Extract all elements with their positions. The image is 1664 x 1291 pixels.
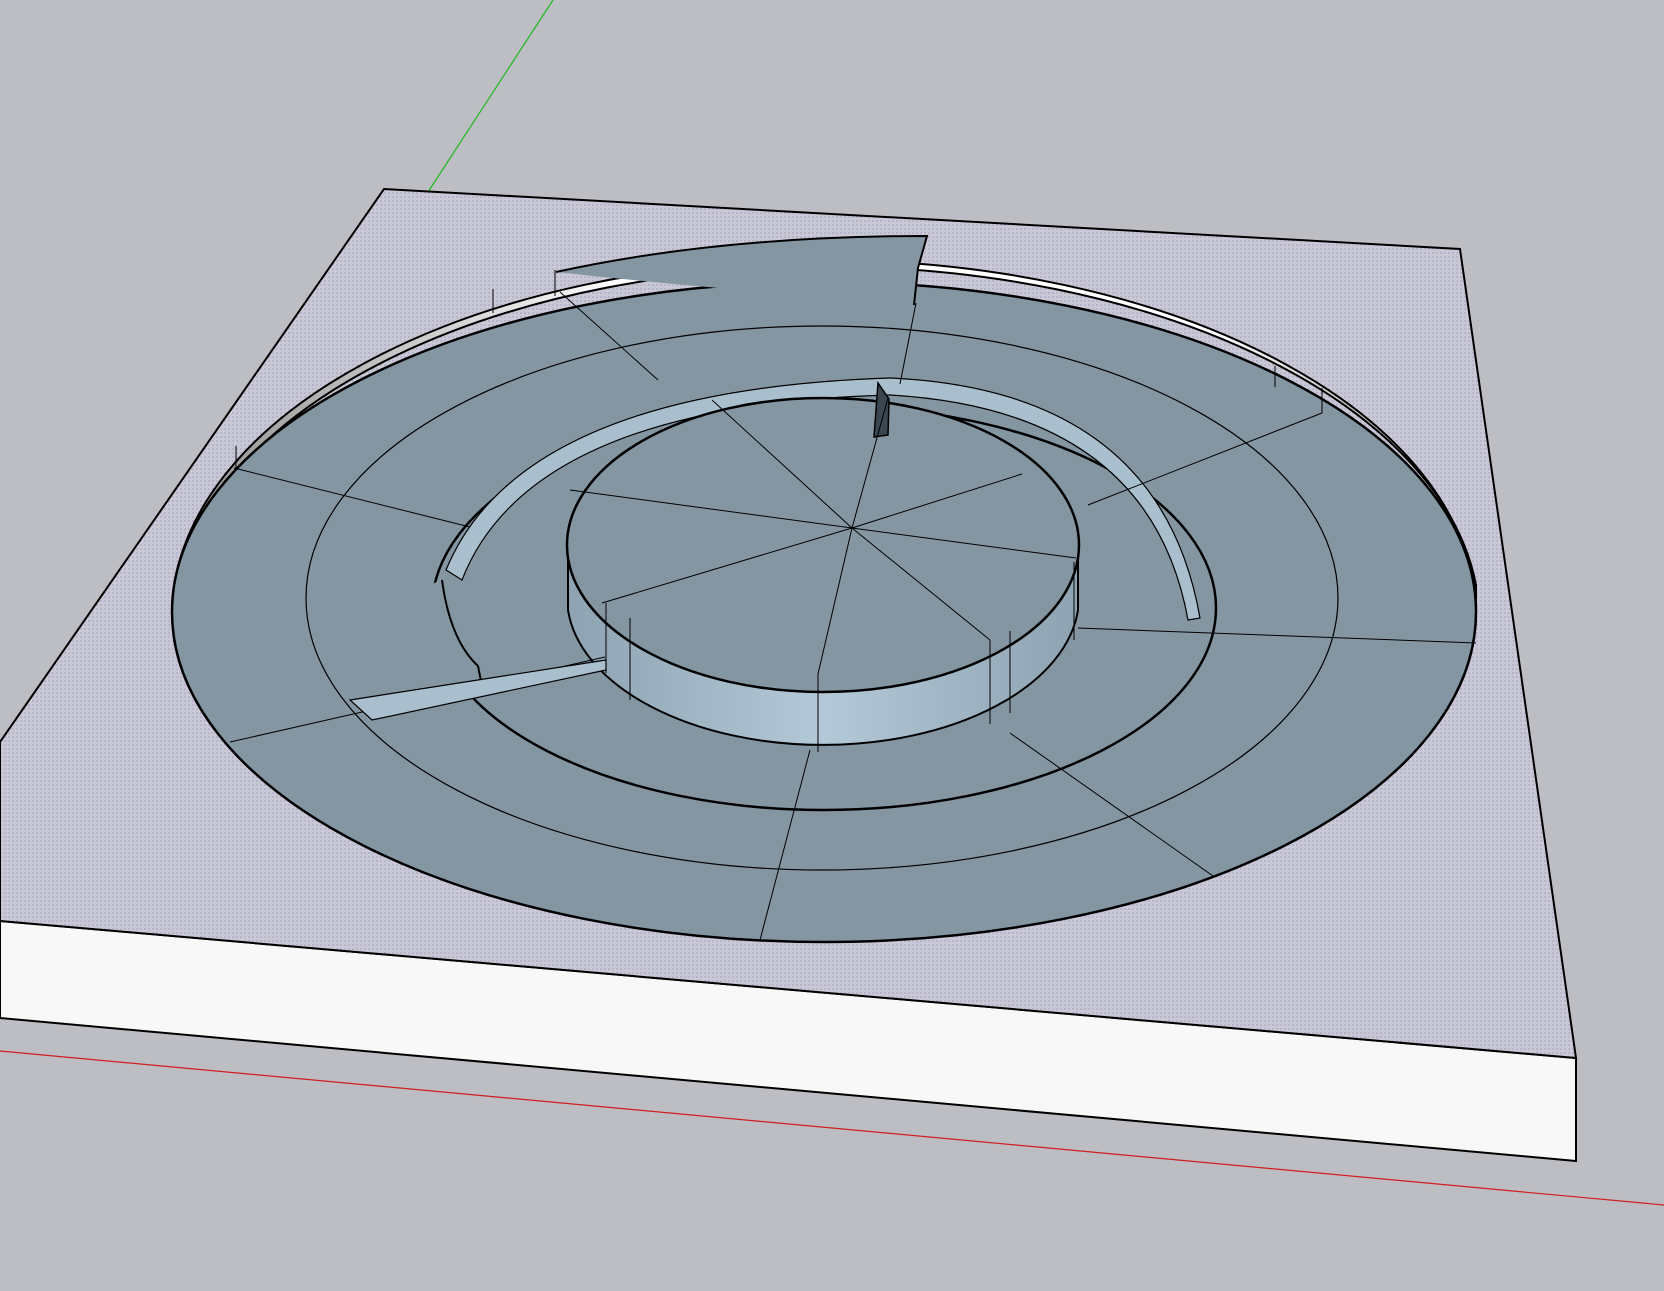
sketchup-viewport[interactable]	[0, 0, 1664, 1291]
green-axis	[427, 0, 554, 193]
center-cylinder-top[interactable]	[565, 396, 1081, 694]
model-canvas[interactable]	[0, 0, 1664, 1291]
